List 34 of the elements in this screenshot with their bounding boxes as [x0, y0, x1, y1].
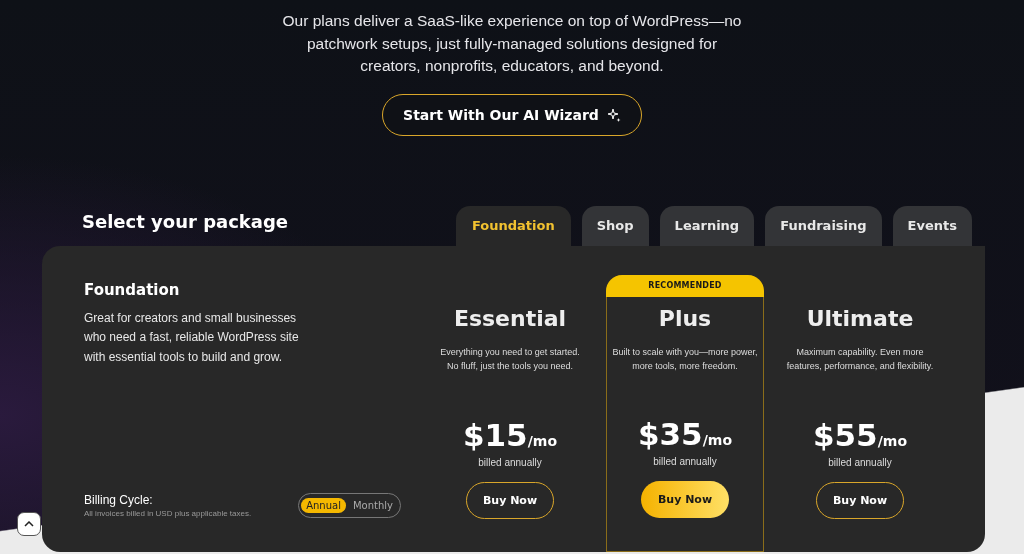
billing-option[interactable]: Annual [301, 497, 346, 513]
package-description: Great for creators and small businesses who need a fast, reliable WordPress site with essential tools to build and grow. [84, 309, 299, 366]
sparkle-icon [606, 107, 621, 122]
caret-up-icon [24, 521, 34, 527]
scroll-top-button[interactable] [17, 512, 41, 536]
package-tab[interactable]: Foundation [456, 205, 571, 246]
plan-name: Essential [453, 305, 567, 331]
plan-description: Everything you need to get started. No fluff, just the tools you need. [439, 345, 581, 373]
price-period: /mo [702, 431, 732, 448]
billing-note: billed annually [653, 455, 717, 467]
package-tab[interactable]: Events [892, 205, 972, 246]
package-tab[interactable]: Learning [659, 205, 755, 246]
billing-note: billed annually [828, 456, 892, 468]
plan-name: Ultimate [806, 305, 914, 331]
section-heading: Select your package [82, 210, 289, 232]
recommended-badge: RECOMMENDED [606, 274, 764, 297]
price-period: /mo [877, 432, 907, 449]
ai-wizard-button[interactable]: Start With Our AI Wizard [382, 93, 642, 136]
package-tab[interactable]: Shop [581, 205, 649, 246]
billing-note: All invoices billed in USD plus applicable taxes. [84, 508, 252, 518]
plan-price: $55 [812, 416, 878, 453]
billing-note: billed annually [478, 456, 542, 468]
plan-price: $35 [637, 415, 703, 452]
package-tab[interactable]: Fundraising [765, 205, 882, 246]
price-period: /mo [527, 432, 557, 449]
billing-label: Billing Cycle: [84, 492, 154, 507]
package-title: Foundation [84, 280, 181, 299]
buy-now-button[interactable]: Buy Now [641, 480, 729, 518]
plan-name: Plus [658, 305, 712, 331]
billing-option[interactable]: Monthly [347, 497, 398, 513]
plan-description: Maximum capability. Even more features, performance, and flexibility. [785, 345, 935, 373]
plan-description: Built to scale with you—more power, more tools, more freedom. [611, 345, 759, 373]
plan-price: $15 [462, 416, 528, 453]
intro-text: Our plans deliver a SaaS-like experience on top of WordPress—no patchwork setups, just fully-managed solutions designed for creators, nonprofits, educators, and beyond. [281, 11, 743, 76]
